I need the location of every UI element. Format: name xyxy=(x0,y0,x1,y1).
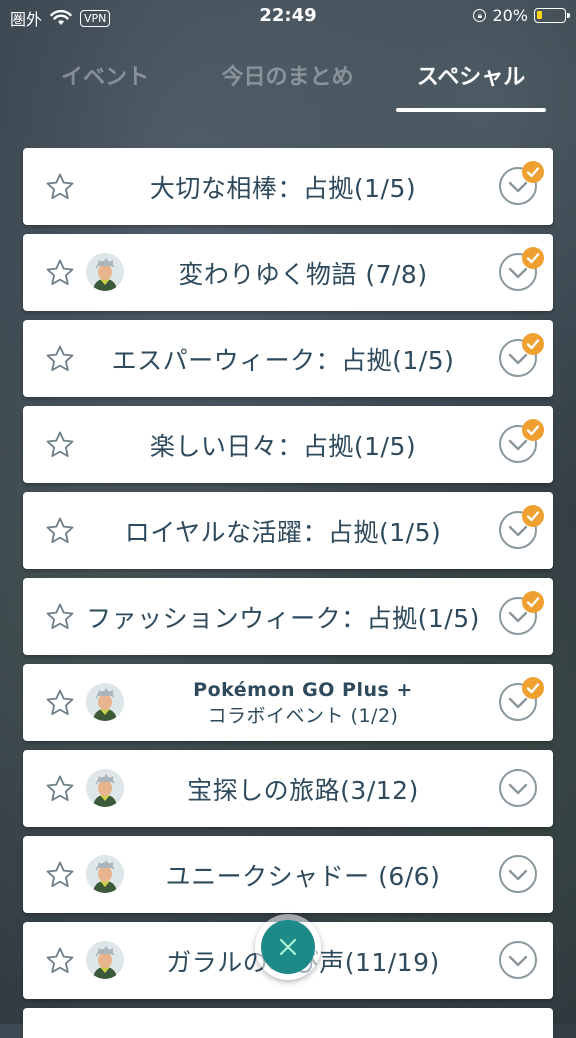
status-bar: 圏外 VPN 22:49 🔒︎ 20% xyxy=(0,0,576,34)
battery-percent: 20% xyxy=(492,6,528,25)
reward-badge-icon xyxy=(521,590,545,614)
expand-check-icon[interactable] xyxy=(498,854,538,894)
expand-check-icon[interactable] xyxy=(498,940,538,980)
research-title: 大切な相棒：占拠(1/5) xyxy=(83,148,483,225)
avatar xyxy=(86,683,124,721)
research-title: ファッションウィーク：占拠(1/5) xyxy=(83,578,483,655)
research-item[interactable]: ロイヤルな活躍：占拠(1/5) xyxy=(23,492,553,569)
tab-today-summary[interactable]: 今日のまとめ xyxy=(200,58,375,102)
research-item[interactable]: Pokémon GO Plus + コラボイベント (1/2) xyxy=(23,664,553,741)
active-tab-indicator xyxy=(396,108,546,112)
research-title-text: 楽しい日々：占拠(1/5) xyxy=(149,431,417,461)
research-item[interactable]: 楽しい日々：占拠(1/5) xyxy=(23,406,553,483)
research-item[interactable]: 宝探しの旅路(3/12) xyxy=(23,750,553,827)
research-title: Pokémon GO Plus + コラボイベント (1/2) xyxy=(123,664,483,741)
research-item[interactable]: ユニークシャドー (6/6) xyxy=(23,836,553,913)
star-icon[interactable] xyxy=(45,516,75,546)
avatar xyxy=(86,855,124,893)
research-title-line1: Pokémon GO Plus + xyxy=(193,678,413,701)
battery-level xyxy=(537,11,543,19)
avatar xyxy=(86,941,124,979)
star-icon[interactable] xyxy=(45,688,75,718)
reward-badge-icon xyxy=(521,676,545,700)
avatar xyxy=(86,769,124,807)
avatar xyxy=(86,253,124,291)
reward-badge-icon xyxy=(521,504,545,528)
star-icon[interactable] xyxy=(45,946,75,976)
research-title: ロイヤルな活躍：占拠(1/5) xyxy=(83,492,483,569)
tab-special[interactable]: スペシャル xyxy=(395,58,547,102)
research-title-text: エスパーウィーク：占拠(1/5) xyxy=(111,345,455,375)
close-button-inner xyxy=(261,920,315,974)
research-title: エスパーウィーク：占拠(1/5) xyxy=(83,320,483,397)
reward-badge-icon xyxy=(521,160,545,184)
research-item[interactable]: ファッションウィーク：占拠(1/5) xyxy=(23,578,553,655)
research-title-text: ロイヤルな活躍：占拠(1/5) xyxy=(124,517,442,547)
close-icon xyxy=(279,938,297,956)
tab-bar: イベント 今日のまとめ スペシャル xyxy=(0,58,576,114)
expand-check-icon[interactable] xyxy=(498,768,538,808)
research-item[interactable]: エスパーウィーク：占拠(1/5) xyxy=(23,320,553,397)
research-title-line2: コラボイベント (1/2) xyxy=(207,704,399,727)
close-button[interactable] xyxy=(255,914,321,980)
research-title: 楽しい日々：占拠(1/5) xyxy=(83,406,483,483)
research-title-text: ユニークシャドー (6/6) xyxy=(165,861,441,891)
reward-badge-icon xyxy=(521,418,545,442)
star-icon[interactable] xyxy=(45,258,75,288)
research-title: 宝探しの旅路(3/12) xyxy=(123,750,483,827)
star-icon[interactable] xyxy=(45,172,75,202)
research-title-text: 宝探しの旅路(3/12) xyxy=(187,775,419,805)
star-icon[interactable] xyxy=(45,860,75,890)
research-title-text: 大切な相棒：占拠(1/5) xyxy=(149,173,417,203)
research-title-text: 変わりゆく物語 (7/8) xyxy=(178,259,428,289)
reward-badge-icon xyxy=(521,246,545,270)
star-icon[interactable] xyxy=(45,344,75,374)
star-icon[interactable] xyxy=(45,774,75,804)
research-item[interactable]: 大切な相棒：占拠(1/5) xyxy=(23,148,553,225)
rotation-lock-icon: 🔒︎ xyxy=(473,9,487,22)
special-research-list: 大切な相棒：占拠(1/5) 変わりゆく物語 (7/8) エスパーウィーク：占拠(1/… xyxy=(23,148,553,1038)
research-title: 変わりゆく物語 (7/8) xyxy=(123,234,483,311)
battery-icon xyxy=(534,8,570,23)
research-title-text: ファッションウィーク：占拠(1/5) xyxy=(86,603,480,633)
research-item[interactable]: 変わりゆく物語 (7/8) xyxy=(23,234,553,311)
research-title: ユニークシャドー (6/6) xyxy=(123,836,483,913)
reward-badge-icon xyxy=(521,332,545,356)
star-icon[interactable] xyxy=(45,430,75,460)
research-item-partial[interactable] xyxy=(23,1008,553,1038)
tab-event[interactable]: イベント xyxy=(30,58,180,102)
star-icon[interactable] xyxy=(45,602,75,632)
